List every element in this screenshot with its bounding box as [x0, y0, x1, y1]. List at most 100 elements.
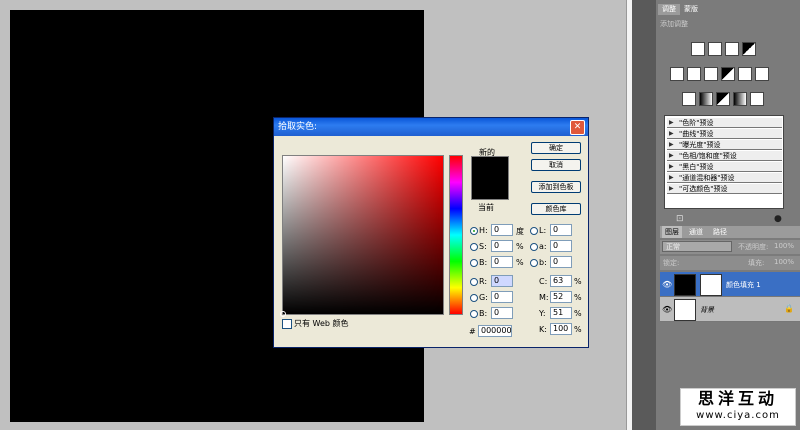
- levels-icon[interactable]: [708, 42, 722, 56]
- input-l[interactable]: 0: [550, 224, 572, 236]
- adjust-icon-row-1: [656, 42, 800, 58]
- radio-lab-b[interactable]: [530, 259, 538, 267]
- lock-icon: 🔒: [784, 304, 794, 313]
- layer-row-color-fill[interactable]: 👁 颜色填充 1: [660, 272, 800, 297]
- layer-row-background[interactable]: 👁 背景 🔒: [660, 297, 800, 322]
- opacity-label: 不透明度:: [738, 243, 769, 251]
- input-a[interactable]: 0: [550, 240, 572, 252]
- label-y: Y:: [539, 309, 546, 318]
- checkbox-icon[interactable]: [282, 318, 292, 329]
- dialog-title: 拾取实色:: [274, 118, 588, 136]
- color-balance-icon[interactable]: [704, 67, 718, 81]
- tab-paths[interactable]: 路径: [710, 226, 730, 238]
- color-libraries-button[interactable]: 颜色库: [531, 203, 581, 215]
- tab-masks[interactable]: 蒙版: [680, 4, 702, 15]
- tab-channels[interactable]: 通道: [686, 226, 706, 238]
- preset-channel-mixer[interactable]: "通道混和器"预设: [667, 173, 782, 183]
- tab-layers[interactable]: 图层: [662, 226, 682, 238]
- radio-r[interactable]: [470, 278, 478, 286]
- vibrance-icon[interactable]: [670, 67, 684, 81]
- blend-mode-select[interactable]: 正常: [662, 241, 732, 252]
- selective-color-icon[interactable]: [750, 92, 764, 106]
- radio-l[interactable]: [530, 227, 538, 235]
- input-h[interactable]: 0: [491, 224, 513, 236]
- input-k[interactable]: 100: [550, 323, 572, 335]
- label-g: G:: [479, 293, 488, 302]
- radio-h[interactable]: [470, 227, 478, 235]
- cancel-button[interactable]: 取消: [531, 159, 581, 171]
- blend-row: 正常 不透明度: 100%: [660, 240, 800, 254]
- label-c: C:: [539, 277, 548, 286]
- curves-icon[interactable]: [725, 42, 739, 56]
- watermark-title: 思洋互动: [697, 389, 778, 408]
- radio-a[interactable]: [530, 243, 538, 251]
- color-field-marker[interactable]: [280, 311, 286, 317]
- threshold-icon[interactable]: [716, 92, 730, 106]
- adjust-clip-icon[interactable]: ●: [774, 214, 782, 224]
- fill-label: 填充:: [748, 259, 765, 267]
- photo-filter-icon[interactable]: [738, 67, 752, 81]
- hue-saturation-icon[interactable]: [687, 67, 701, 81]
- preset-levels[interactable]: "色阶"预设: [667, 118, 782, 128]
- preset-curves[interactable]: "曲线"预设: [667, 129, 782, 139]
- fill-value[interactable]: 100%: [774, 258, 794, 266]
- hex-input[interactable]: 000000: [478, 325, 512, 337]
- hex-label: #: [469, 327, 476, 336]
- exposure-icon[interactable]: [742, 42, 756, 56]
- unit-s: %: [516, 242, 524, 251]
- label-k: K:: [539, 325, 547, 334]
- input-r[interactable]: 0: [491, 275, 513, 287]
- input-g[interactable]: 0: [491, 291, 513, 303]
- preset-exposure[interactable]: "曝光度"预设: [667, 140, 782, 150]
- radio-s[interactable]: [470, 243, 478, 251]
- adjust-icon-row-2: [656, 67, 800, 83]
- web-only-checkbox[interactable]: 只有 Web 颜色: [282, 318, 349, 329]
- input-b[interactable]: 0: [491, 256, 513, 268]
- input-c[interactable]: 63: [550, 275, 572, 287]
- unit-k: %: [574, 325, 582, 334]
- posterize-icon[interactable]: [699, 92, 713, 106]
- eye-icon[interactable]: 👁: [662, 280, 672, 289]
- layers-panel-tabs: 图层 通道 路径: [660, 226, 800, 238]
- gradient-map-icon[interactable]: [733, 92, 747, 106]
- preset-hue-saturation[interactable]: "色相/饱和度"预设: [667, 151, 782, 161]
- lock-row: 锁定: 填充: 100%: [660, 256, 800, 270]
- label-blue: B:: [479, 309, 488, 318]
- ok-button[interactable]: 确定: [531, 142, 581, 154]
- eye-icon[interactable]: 👁: [662, 305, 672, 314]
- preset-black-white[interactable]: "黑白"预设: [667, 162, 782, 172]
- preset-selective-color[interactable]: "可选颜色"预设: [667, 184, 782, 194]
- radio-b[interactable]: [470, 259, 478, 267]
- close-icon[interactable]: ✕: [570, 120, 585, 135]
- input-s[interactable]: 0: [491, 240, 513, 252]
- hue-slider[interactable]: [449, 155, 463, 315]
- input-y[interactable]: 51: [550, 307, 572, 319]
- layer-mask-thumbnail: [700, 274, 722, 296]
- panel-dock-strip: [632, 0, 656, 430]
- tab-adjustments[interactable]: 调整: [658, 4, 680, 15]
- adjust-return-icon[interactable]: ⊡: [676, 214, 684, 224]
- invert-icon[interactable]: [682, 92, 696, 106]
- layer-thumbnail: [674, 274, 696, 296]
- channel-mixer-icon[interactable]: [755, 67, 769, 81]
- radio-blue[interactable]: [470, 310, 478, 318]
- black-white-icon[interactable]: [721, 67, 735, 81]
- web-only-label: 只有 Web 颜色: [294, 319, 349, 328]
- label-h: H:: [479, 226, 488, 235]
- color-swatch-new: [471, 156, 509, 200]
- adjustments-title: 添加调整: [660, 20, 688, 28]
- adjustment-presets-list: "色阶"预设 "曲线"预设 "曝光度"预设 "色相/饱和度"预设 "黑白"预设 …: [664, 115, 784, 209]
- input-blue[interactable]: 0: [491, 307, 513, 319]
- radio-g[interactable]: [470, 294, 478, 302]
- label-a: a:: [539, 242, 547, 251]
- add-to-swatches-button[interactable]: 添加到色板: [531, 181, 581, 193]
- layer-thumbnail: [674, 299, 696, 321]
- adjust-icon-row-3: [656, 92, 800, 108]
- color-field[interactable]: [280, 155, 444, 317]
- input-m[interactable]: 52: [550, 291, 572, 303]
- opacity-value[interactable]: 100%: [774, 242, 794, 250]
- unit-y: %: [574, 309, 582, 318]
- brightness-icon[interactable]: [691, 42, 705, 56]
- input-lab-b[interactable]: 0: [550, 256, 572, 268]
- label-m: M:: [539, 293, 549, 302]
